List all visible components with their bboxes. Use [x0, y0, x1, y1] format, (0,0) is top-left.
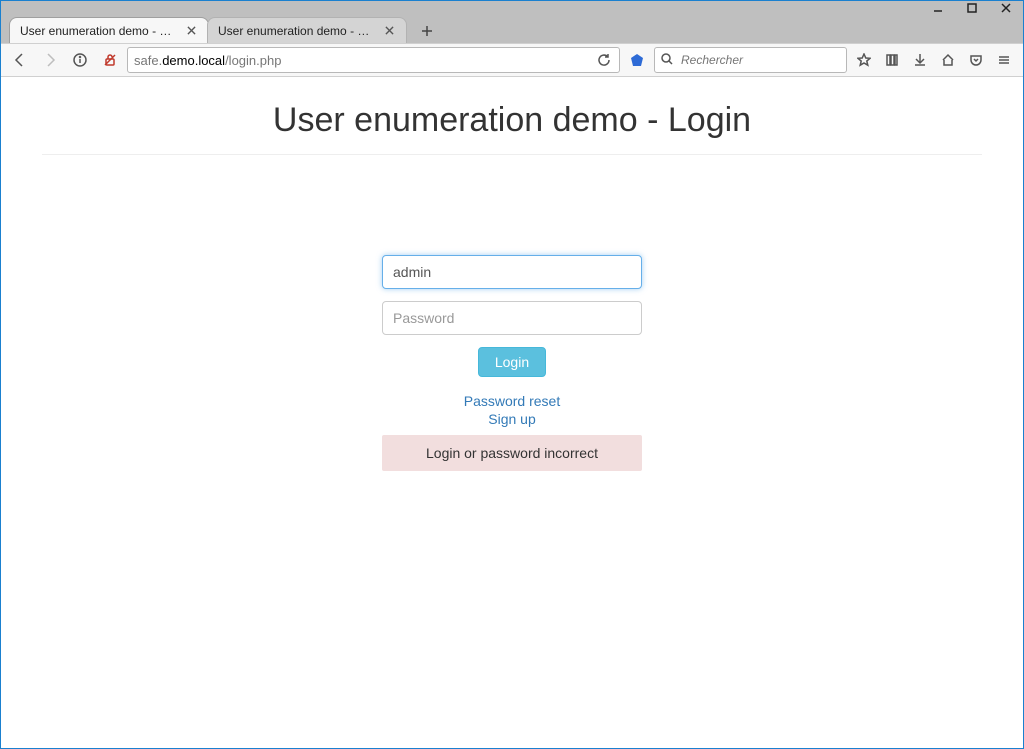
- signup-link[interactable]: Sign up: [382, 411, 642, 427]
- toolbar-right: [851, 47, 1017, 73]
- browser-tab[interactable]: User enumeration demo - Login: [9, 17, 209, 43]
- login-form: Login Password reset Sign up Login or pa…: [382, 255, 642, 471]
- home-icon[interactable]: [935, 47, 961, 73]
- address-bar[interactable]: safe.demo.local/login.php: [127, 47, 620, 73]
- page-title: User enumeration demo - Login: [42, 101, 982, 140]
- window-titlebar: [1, 1, 1023, 15]
- search-bar[interactable]: [654, 47, 847, 73]
- pocket-icon[interactable]: [963, 47, 989, 73]
- window-maximize-button[interactable]: [957, 1, 987, 15]
- browser-tab[interactable]: User enumeration demo - Login: [207, 17, 407, 43]
- navigation-bar: safe.demo.local/login.php: [1, 43, 1023, 77]
- insecure-connection-icon[interactable]: [97, 47, 123, 73]
- downloads-icon[interactable]: [907, 47, 933, 73]
- forward-button[interactable]: [37, 47, 63, 73]
- site-info-icon[interactable]: [67, 47, 93, 73]
- password-reset-link[interactable]: Password reset: [382, 393, 642, 409]
- username-input[interactable]: [382, 255, 642, 289]
- bookmark-star-icon[interactable]: [851, 47, 877, 73]
- login-button[interactable]: Login: [478, 347, 546, 377]
- search-input[interactable]: [679, 52, 840, 68]
- url-path: /login.php: [225, 53, 281, 68]
- new-tab-button[interactable]: [413, 19, 441, 43]
- browser-window: User enumeration demo - Login User enume…: [0, 0, 1024, 749]
- url-host: demo.local: [162, 53, 225, 68]
- library-icon[interactable]: [879, 47, 905, 73]
- extension-icon[interactable]: [624, 47, 650, 73]
- reload-icon[interactable]: [595, 47, 613, 73]
- url-prefix: safe.: [134, 53, 162, 68]
- url-text: safe.demo.local/login.php: [134, 53, 589, 68]
- tab-label: User enumeration demo - Login: [20, 24, 178, 38]
- window-close-button[interactable]: [991, 1, 1021, 15]
- tab-label: User enumeration demo - Login: [218, 24, 376, 38]
- menu-icon[interactable]: [991, 47, 1017, 73]
- password-input[interactable]: [382, 301, 642, 335]
- tab-strip: User enumeration demo - Login User enume…: [1, 15, 1023, 43]
- back-button[interactable]: [7, 47, 33, 73]
- divider: [42, 154, 982, 155]
- search-icon: [661, 53, 673, 68]
- error-alert: Login or password incorrect: [382, 435, 642, 471]
- tab-close-icon[interactable]: [184, 24, 198, 38]
- window-minimize-button[interactable]: [923, 1, 953, 15]
- tab-close-icon[interactable]: [382, 24, 396, 38]
- page-viewport: User enumeration demo - Login Login Pass…: [1, 77, 1023, 748]
